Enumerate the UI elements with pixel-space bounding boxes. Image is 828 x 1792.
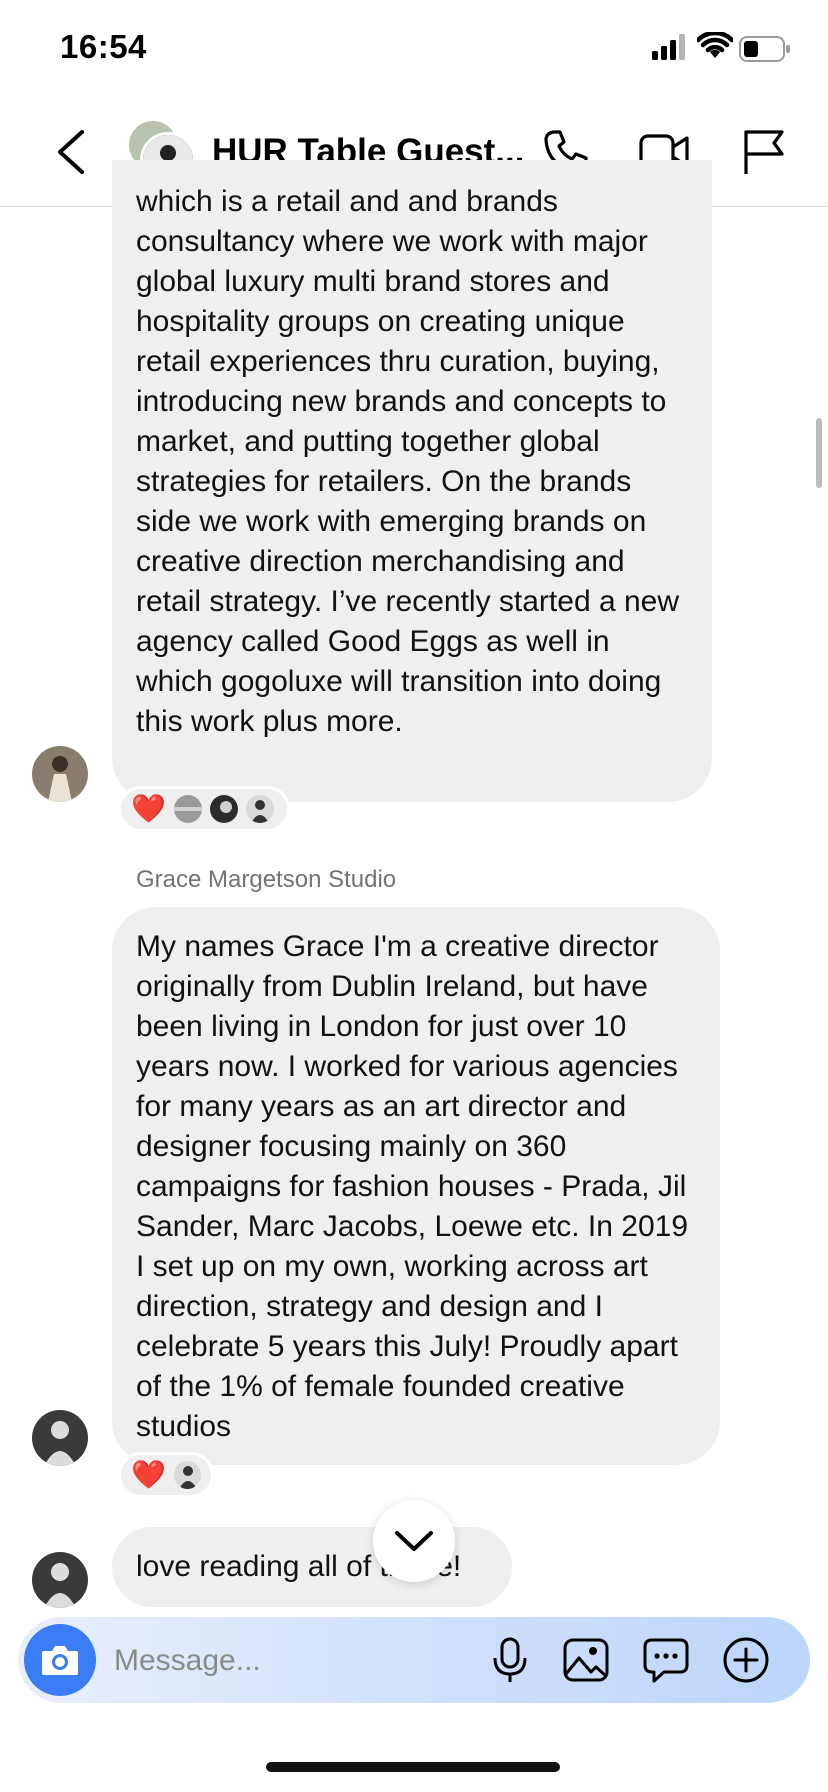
cellular-signal-icon: [652, 34, 685, 60]
message-bubble[interactable]: which is a retail and and brands consult…: [112, 160, 712, 802]
reactions[interactable]: ❤️: [118, 1452, 214, 1498]
reactions[interactable]: ❤️: [118, 786, 290, 832]
heart-reaction: ❤️: [131, 1459, 166, 1490]
microphone-icon[interactable]: [486, 1636, 534, 1684]
reactor-avatar: [173, 1461, 201, 1489]
reactor-avatar: [173, 795, 202, 823]
chevron-left-icon[interactable]: [52, 128, 92, 176]
sender-avatar[interactable]: [32, 746, 88, 802]
plus-circle-icon[interactable]: [722, 1636, 770, 1684]
scrollbar[interactable]: [816, 418, 822, 488]
reactor-avatar: [209, 795, 238, 823]
flag-icon[interactable]: [738, 126, 790, 178]
chevron-down-icon: [395, 1531, 433, 1551]
camera-button[interactable]: [24, 1624, 96, 1696]
sender-name: Grace Margetson Studio: [136, 866, 397, 893]
message-input[interactable]: [112, 1640, 476, 1682]
scroll-to-bottom-button[interactable]: [373, 1500, 455, 1582]
sticker-chat-icon[interactable]: [642, 1636, 690, 1684]
gallery-icon[interactable]: [562, 1636, 610, 1684]
reactor-avatar: [245, 795, 274, 823]
message-text: My names Grace I'm a creative director o…: [136, 930, 688, 1443]
message-text: which is a retail and and brands consult…: [136, 185, 680, 738]
sender-avatar[interactable]: [32, 1410, 88, 1466]
battery-icon: [739, 36, 790, 62]
home-indicator: [266, 1762, 560, 1772]
camera-icon: [42, 1646, 78, 1675]
message-bubble[interactable]: My names Grace I'm a creative director o…: [112, 907, 720, 1465]
status-time: 16:54: [60, 28, 147, 65]
heart-reaction: ❤️: [131, 793, 166, 824]
wifi-icon: [697, 32, 733, 58]
sender-avatar[interactable]: [32, 1552, 88, 1608]
